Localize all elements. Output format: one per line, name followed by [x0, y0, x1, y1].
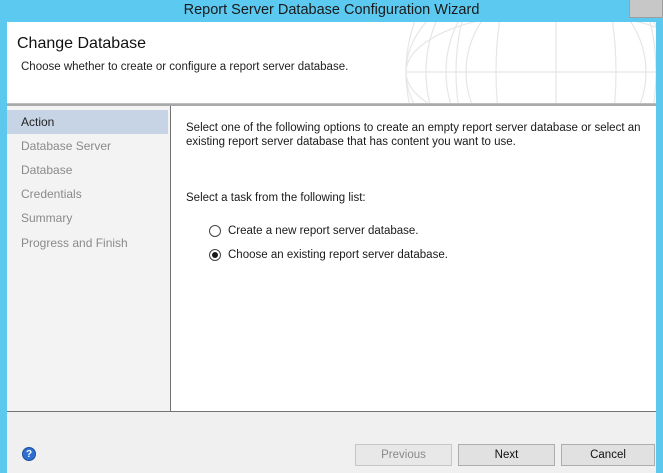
page-title: Change Database	[17, 35, 146, 52]
help-icon[interactable]: ?	[22, 447, 36, 461]
cancel-button[interactable]: Cancel	[561, 444, 655, 466]
sidebar-item-credentials[interactable]: Credentials	[7, 182, 168, 206]
main-panel: Select one of the following options to c…	[171, 106, 656, 411]
next-button[interactable]: Next	[458, 444, 555, 466]
sidebar-item-progress-and-finish[interactable]: Progress and Finish	[7, 231, 168, 255]
close-button[interactable]	[629, 0, 663, 18]
option-create-new-database[interactable]: Create a new report server database.	[209, 223, 419, 239]
instructions-text: Select one of the following options to c…	[186, 122, 641, 148]
task-list-label: Select a task from the following list:	[186, 192, 366, 204]
wizard-footer: ? Previous Next Cancel	[7, 412, 656, 473]
wizard-header: Change Database Choose whether to create…	[7, 22, 656, 104]
wizard-window: Change Database Choose whether to create…	[7, 22, 656, 473]
previous-button[interactable]: Previous	[355, 444, 452, 466]
sidebar-item-database[interactable]: Database	[7, 158, 168, 182]
sidebar-item-summary[interactable]: Summary	[7, 206, 168, 230]
sidebar-item-action[interactable]: Action	[7, 110, 168, 134]
option-choose-existing-database[interactable]: Choose an existing report server databas…	[209, 247, 448, 263]
option-label: Choose an existing report server databas…	[228, 249, 448, 261]
wizard-steps-sidebar: Action Database Server Database Credenti…	[7, 106, 171, 411]
option-label: Create a new report server database.	[228, 225, 419, 237]
title-bar: Report Server Database Configuration Wiz…	[0, 0, 663, 22]
page-subtitle: Choose whether to create or configure a …	[21, 61, 349, 73]
header-watermark-graphic	[405, 22, 656, 103]
radio-button[interactable]	[209, 225, 221, 237]
sidebar-item-database-server[interactable]: Database Server	[7, 134, 168, 158]
radio-button-selected[interactable]	[209, 249, 221, 261]
window-title: Report Server Database Configuration Wiz…	[183, 2, 480, 18]
